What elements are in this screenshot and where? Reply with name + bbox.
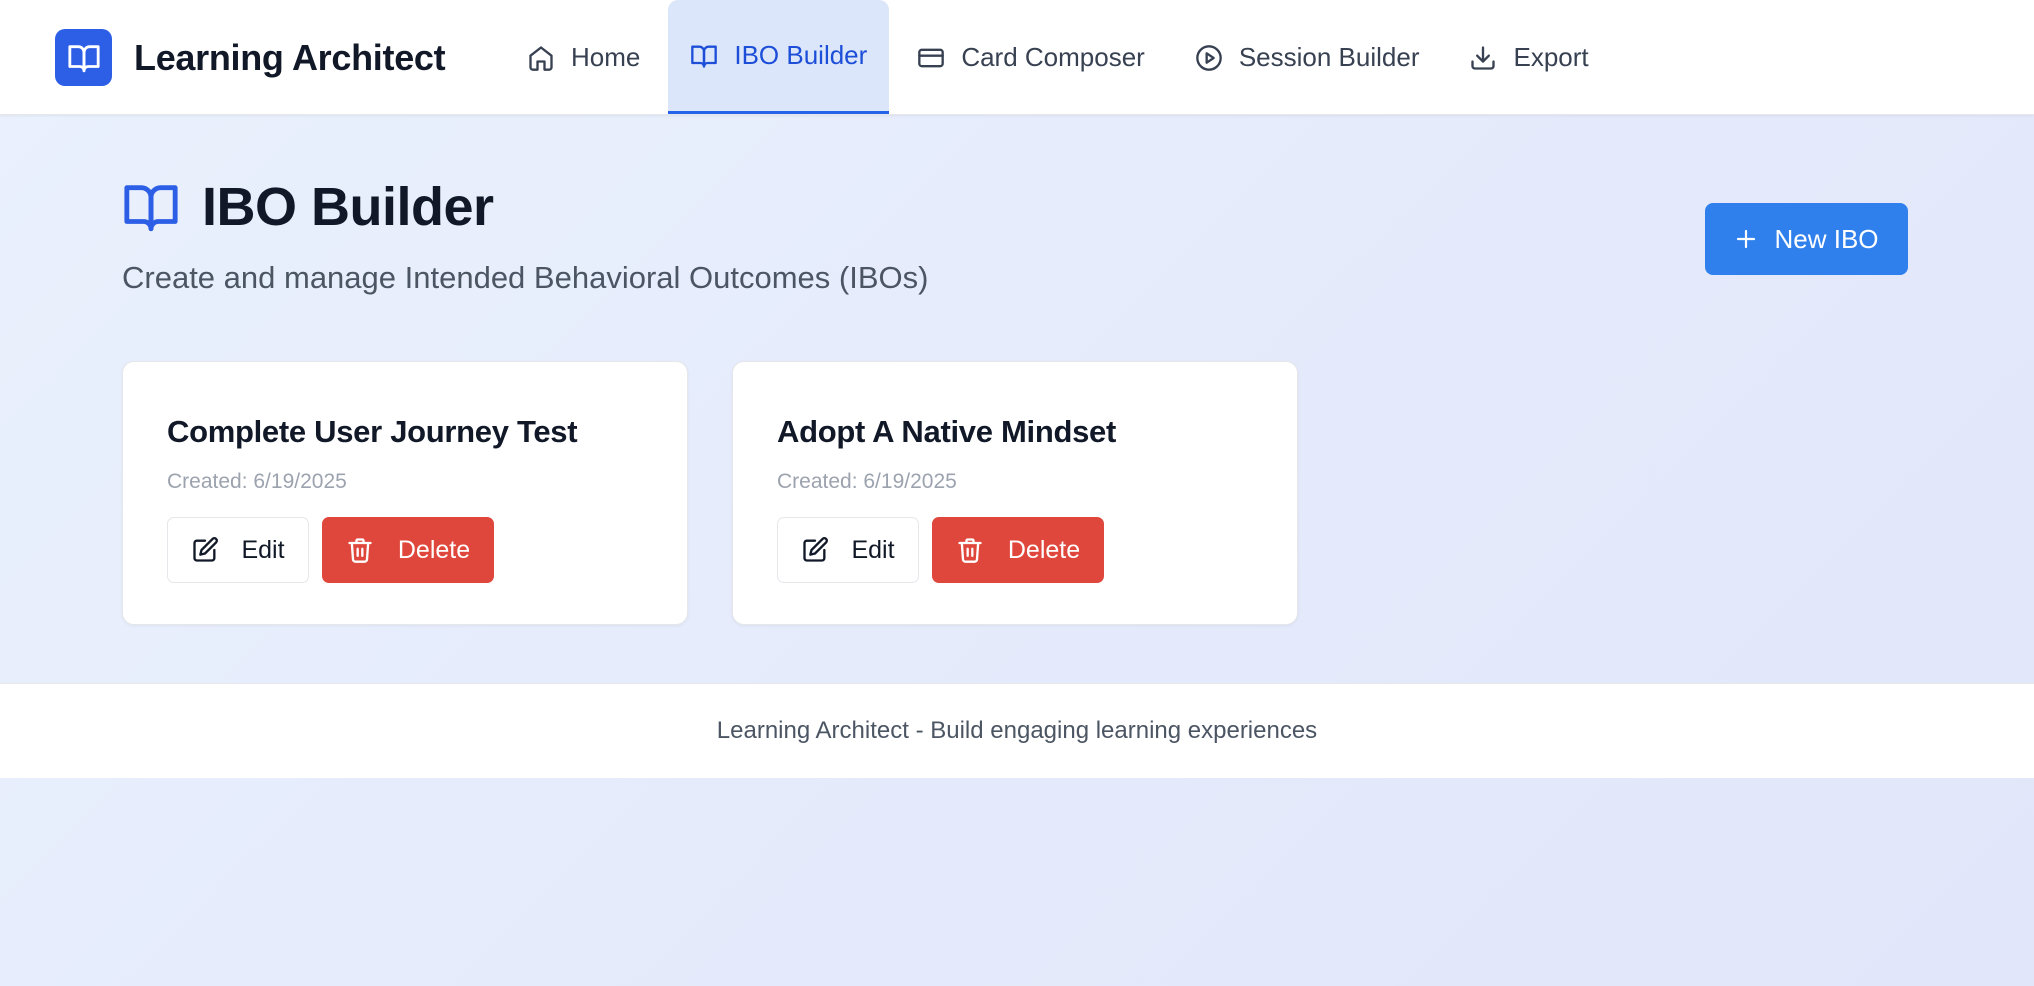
download-icon — [1471, 45, 1496, 70]
delete-button[interactable]: Delete — [932, 517, 1104, 583]
book-open-icon — [691, 45, 718, 68]
nav-item-home[interactable]: Home — [505, 0, 662, 115]
new-ibo-button[interactable]: New IBO — [1705, 203, 1908, 275]
edit-icon — [193, 537, 219, 562]
nav-item-session-builder[interactable]: Session Builder — [1173, 0, 1442, 115]
trash-icon — [348, 538, 372, 563]
ibo-card-title: Adopt A Native Mindset — [777, 414, 1117, 449]
ibo-card-created-date: Created: 6/19/2025 — [777, 470, 957, 493]
nav-item-label: Export — [1513, 42, 1589, 72]
top-nav-bar: Learning Architect Home IBO Builder Card… — [0, 0, 2034, 115]
nav-item-label: Home — [571, 42, 641, 72]
page-subtitle: Create and manage Intended Behavioral Ou… — [122, 260, 929, 295]
delete-label: Delete — [397, 535, 471, 564]
delete-label: Delete — [1007, 535, 1081, 564]
delete-button[interactable]: Delete — [322, 517, 494, 583]
nav-item-export[interactable]: Export — [1447, 0, 1610, 115]
footer: Learning Architect - Build engaging lear… — [0, 683, 2034, 778]
credit-card-icon — [918, 48, 945, 67]
nav-item-label: Card Composer — [961, 42, 1145, 72]
new-ibo-label: New IBO — [1774, 223, 1879, 254]
page-header: IBO Builder Create and manage Intended B… — [122, 176, 928, 296]
ibo-card-created-date: Created: 6/19/2025 — [167, 470, 347, 493]
footer-text: Learning Architect - Build engaging lear… — [716, 717, 1318, 744]
main-nav: Home IBO Builder Card Composer Session B… — [505, 0, 1617, 115]
edit-label: Edit — [851, 535, 895, 564]
ibo-card: Adopt A Native Mindset Created: 6/19/202… — [732, 361, 1298, 625]
title-row: IBO Builder — [122, 176, 928, 238]
edit-button[interactable]: Edit — [167, 517, 309, 583]
edit-button[interactable]: Edit — [777, 517, 919, 583]
trash-icon — [958, 538, 982, 563]
page-title: IBO Builder — [202, 177, 494, 237]
nav-item-ibo-builder[interactable]: IBO Builder — [668, 0, 890, 114]
ibo-card-title: Complete User Journey Test — [167, 414, 578, 449]
ibo-card: Complete User Journey Test Created: 6/19… — [122, 361, 688, 625]
edit-label: Edit — [241, 535, 285, 564]
brand[interactable]: Learning Architect — [55, 29, 446, 86]
edit-icon — [803, 537, 829, 562]
nav-item-card-composer[interactable]: Card Composer — [895, 0, 1167, 115]
nav-item-label: IBO Builder — [734, 40, 868, 70]
play-circle-icon — [1195, 44, 1222, 71]
book-open-icon — [124, 185, 178, 232]
home-icon — [529, 45, 553, 71]
nav-item-label: Session Builder — [1238, 42, 1420, 72]
book-open-icon — [55, 29, 112, 86]
plus-icon — [1737, 229, 1756, 249]
app-name: Learning Architect — [134, 36, 446, 78]
